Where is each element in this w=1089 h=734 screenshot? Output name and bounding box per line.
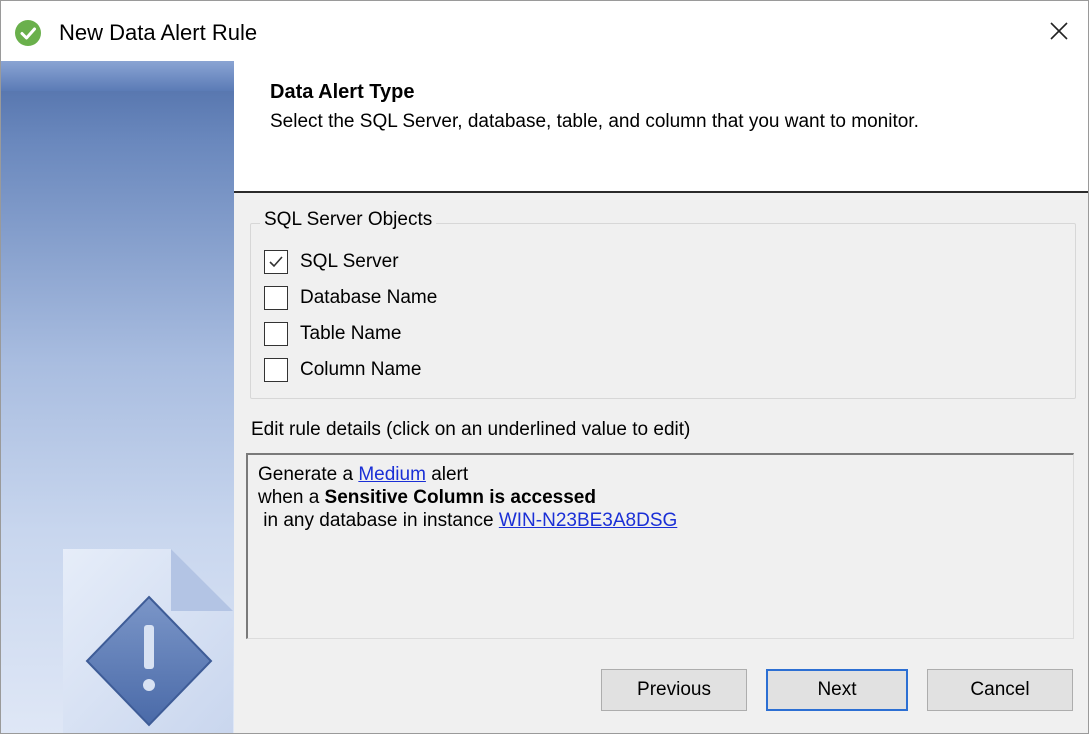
checkbox-label: Database Name <box>300 287 438 308</box>
database-name-checkbox[interactable] <box>264 286 288 310</box>
close-button[interactable] <box>1030 1 1088 61</box>
window-title: New Data Alert Rule <box>59 20 258 45</box>
rule-text: when a <box>258 487 325 508</box>
sql-server-checkbox[interactable] <box>264 250 288 274</box>
instance-link[interactable]: WIN-N23BE3A8DSG <box>499 510 677 531</box>
previous-button[interactable]: Previous <box>601 669 747 711</box>
column-name-checkbox[interactable] <box>264 358 288 382</box>
checkbox-label: Column Name <box>300 359 422 380</box>
column-name-checkbox-row[interactable]: Column Name <box>264 357 421 383</box>
rule-text: alert <box>425 464 469 485</box>
title-bar: New Data Alert Rule <box>1 1 1088 61</box>
cancel-button[interactable]: Cancel <box>927 669 1073 711</box>
rule-details-box: Generate a Medium alert when a Sensitive… <box>246 453 1074 639</box>
page-title: Data Alert Type <box>270 81 415 103</box>
rule-line-3: in any database in instance WIN-N23BE3A8… <box>258 509 1073 532</box>
page-subtitle: Select the SQL Server, database, table, … <box>270 111 919 132</box>
check-icon <box>269 256 283 268</box>
table-name-checkbox-row[interactable]: Table Name <box>264 321 401 347</box>
rule-line-2: when a Sensitive Column is accessed <box>258 486 1073 509</box>
group-legend: SQL Server Objects <box>260 209 437 231</box>
rule-text: in any database in instance <box>258 510 499 531</box>
wizard-header: Data Alert Type Select the SQL Server, d… <box>234 61 1088 193</box>
edit-rule-details-label: Edit rule details (click on an underline… <box>251 419 691 440</box>
checkbox-label: SQL Server <box>300 251 399 272</box>
rule-text: Generate a <box>258 464 359 485</box>
green-check-circle-icon <box>15 20 41 46</box>
event-type-text: Sensitive Column is accessed <box>324 487 596 508</box>
checkbox-label: Table Name <box>300 323 402 344</box>
next-button[interactable]: Next <box>766 669 908 711</box>
close-icon <box>1050 22 1068 40</box>
sql-server-checkbox-row[interactable]: SQL Server <box>264 249 399 275</box>
rule-line-1: Generate a Medium alert <box>258 463 1073 486</box>
alert-document-icon <box>63 549 233 733</box>
database-name-checkbox-row[interactable]: Database Name <box>264 285 437 311</box>
table-name-checkbox[interactable] <box>264 322 288 346</box>
dialog-window: New Data Alert Rule Data Alert Type Sele… <box>0 0 1089 734</box>
severity-link[interactable]: Medium <box>358 464 426 485</box>
wizard-banner <box>1 61 234 733</box>
